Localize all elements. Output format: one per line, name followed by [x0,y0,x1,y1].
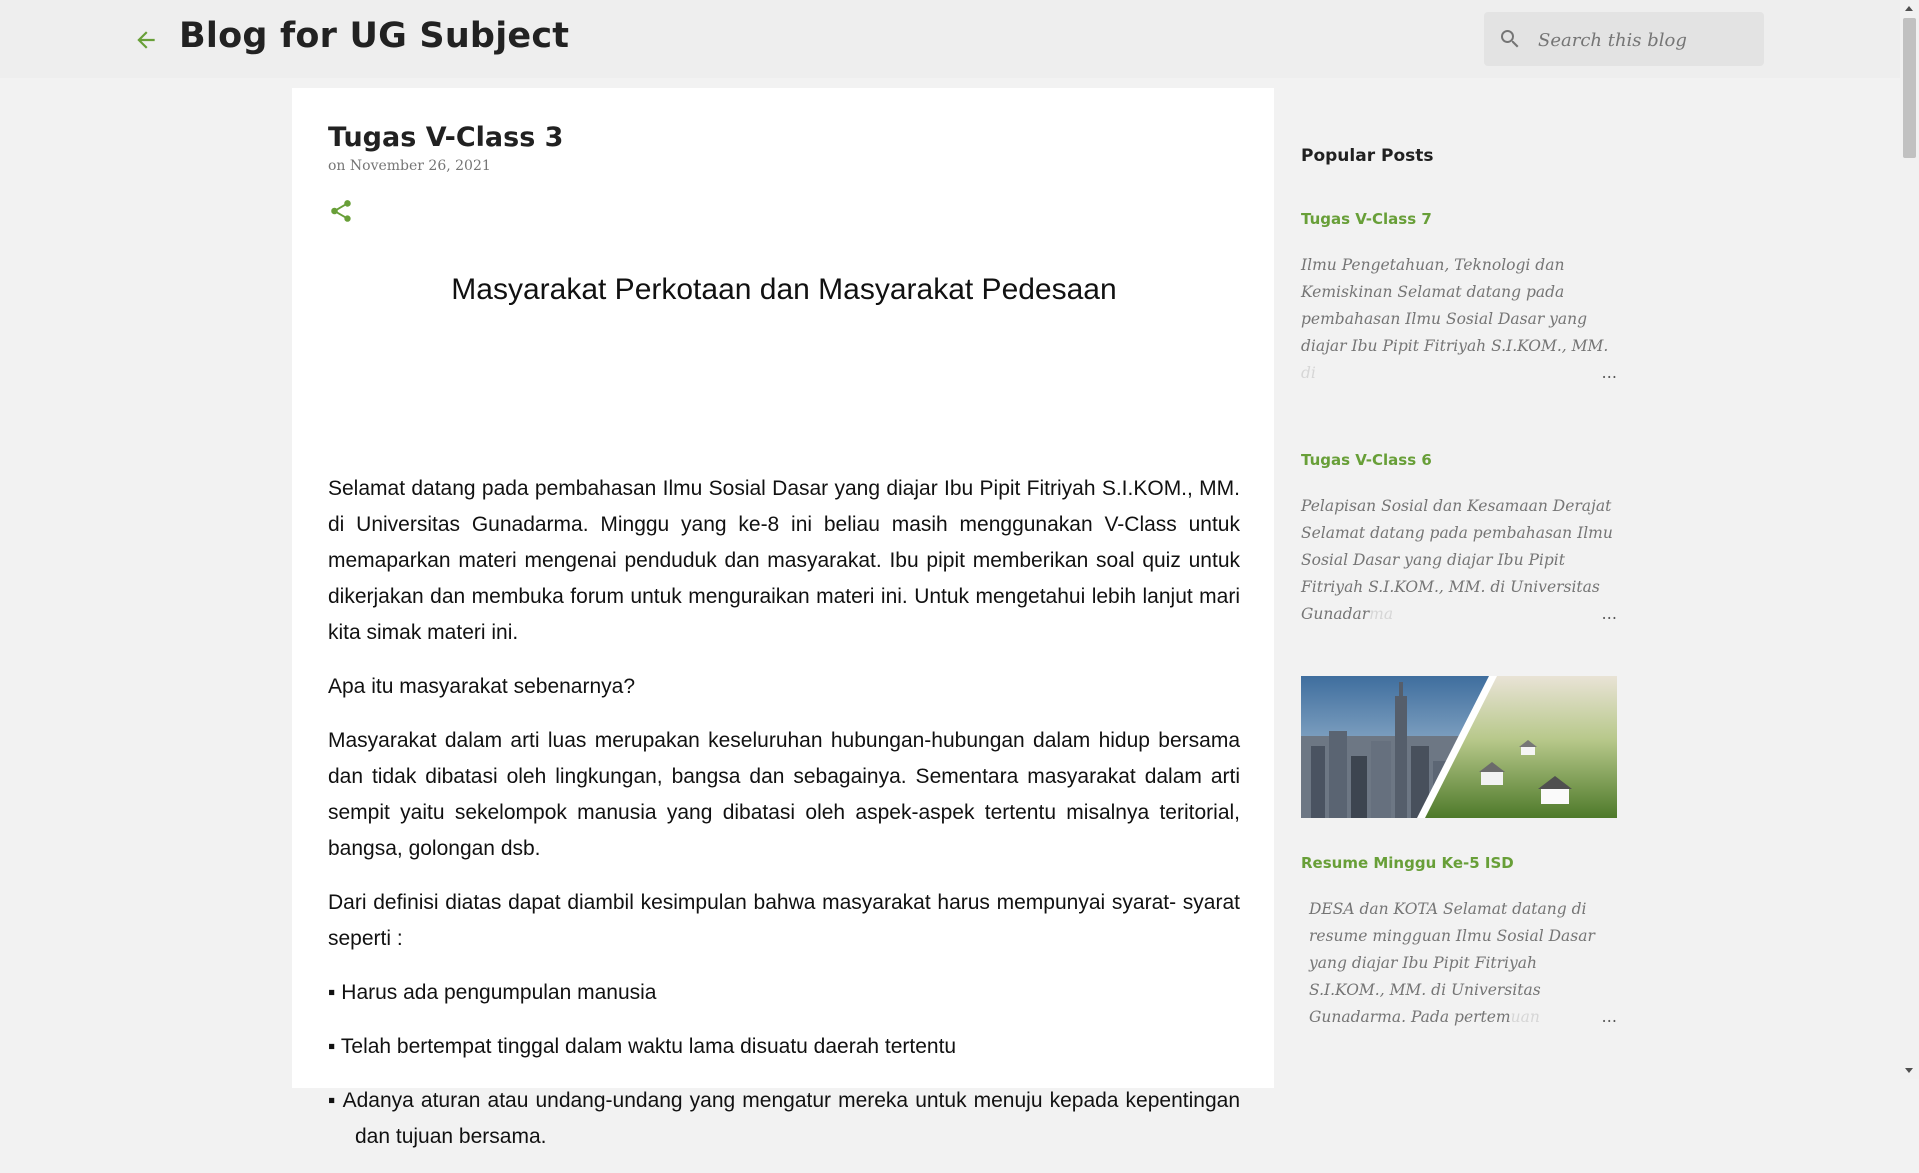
search-icon[interactable] [1498,27,1522,51]
scroll-up-arrow-icon[interactable] [1905,6,1913,11]
snippet-fade: di [1301,364,1316,382]
ellipsis: … [1601,364,1618,382]
post-card: Tugas V-Class 3 on November 26, 2021 Mas… [292,88,1274,1148]
popular-post-snippet[interactable]: DESA dan KOTA Selamat datang di resume m… [1301,896,1617,1031]
share-icon[interactable] [328,198,354,224]
snippet-text: DESA dan KOTA Selamat datang di resume m… [1309,900,1595,1026]
post-body: Selamat datang pada pembahasan Ilmu Sosi… [328,471,1240,1173]
post-paragraph: Selamat datang pada pembahasan Ilmu Sosi… [328,477,1240,644]
post-paragraph: Masyarakat dalam arti luas merupakan kes… [328,729,1240,860]
snippet-fade: ma [1369,605,1394,623]
sidebar: Popular Posts Tugas V-Class 7 Ilmu Penge… [1301,146,1617,1031]
popular-post: Resume Minggu Ke-5 ISD DESA dan KOTA Sel… [1301,676,1617,1031]
popular-post: Tugas V-Class 7 Ilmu Pengetahuan, Teknol… [1301,210,1617,387]
back-arrow-icon[interactable] [133,27,159,53]
popular-post-snippet[interactable]: Ilmu Pengetahuan, Teknologi dan Kemiskin… [1301,252,1617,387]
search-input[interactable] [1536,21,1755,59]
snippet-fade: uan [1510,1008,1540,1026]
popular-post: Tugas V-Class 6 Pelapisan Sosial dan Kes… [1301,451,1617,628]
post-heading: Masyarakat Perkotaan dan Masyarakat Pede… [451,273,1117,306]
list-item: ▪ Adanya aturan atau undang-undang yang … [328,1089,1240,1148]
search-box[interactable] [1484,12,1764,66]
blog-header: Blog for UG Subject [0,0,1900,78]
post-title: Tugas V-Class 3 [328,122,564,153]
list-item: ▪ Telah bertempat tinggal dalam waktu la… [328,1035,957,1058]
post-date[interactable]: on November 26, 2021 [328,158,491,174]
list-item: ▪ Harus ada pengumpulan manusia [328,981,657,1004]
ellipsis: … [1601,1008,1618,1026]
post-paragraph: Dari definisi diatas dapat diambil kesim… [328,891,1240,950]
snippet-text: Ilmu Pengetahuan, Teknologi dan Kemiskin… [1301,256,1609,355]
popular-posts-heading: Popular Posts [1301,146,1434,166]
popular-post-title[interactable]: Tugas V-Class 6 [1301,451,1617,469]
popular-post-title[interactable]: Resume Minggu Ke-5 ISD [1301,854,1617,872]
blog-title[interactable]: Blog for UG Subject [179,16,569,56]
popular-post-snippet[interactable]: Pelapisan Sosial dan Kesamaan Derajat Se… [1301,493,1617,628]
scrollbar-thumb[interactable] [1903,18,1916,158]
popular-post-title[interactable]: Tugas V-Class 7 [1301,210,1617,228]
scroll-down-arrow-icon[interactable] [1905,1068,1913,1073]
vertical-scrollbar[interactable] [1900,0,1919,1079]
post-paragraph: Apa itu masyarakat sebenarnya? [328,675,636,698]
popular-post-image[interactable] [1301,676,1617,818]
snippet-text: Pelapisan Sosial dan Kesamaan Derajat Se… [1301,497,1613,623]
ellipsis: … [1601,605,1618,623]
